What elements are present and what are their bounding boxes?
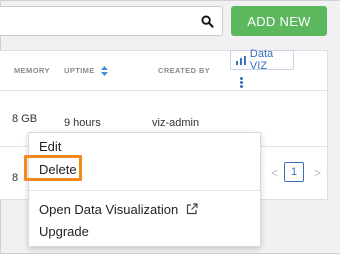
kebab-menu-icon[interactable] <box>240 77 243 88</box>
menu-item-open-data-visualization[interactable]: Open Data Visualization <box>39 202 198 217</box>
cell-memory-row2: 8 <box>12 172 19 184</box>
header-created-by[interactable]: CREATED BY <box>158 66 210 75</box>
context-menu: Edit Delete Open Data Visualization Upgr… <box>24 132 261 247</box>
add-new-button[interactable]: ADD NEW <box>231 6 327 36</box>
header-uptime-label: UPTIME <box>64 66 95 75</box>
cell-uptime: 9 hours <box>64 117 101 129</box>
menu-item-upgrade[interactable]: Upgrade <box>39 224 89 239</box>
data-viz-button[interactable]: Data VIZ <box>230 48 294 72</box>
header-memory[interactable]: MEMORY <box>14 66 50 75</box>
pagination-next[interactable]: > <box>314 166 321 180</box>
external-link-icon <box>186 203 198 215</box>
menu-item-delete[interactable]: Delete <box>39 162 77 177</box>
menu-divider <box>29 190 260 191</box>
cell-memory: 8 GB <box>12 113 38 125</box>
pagination-current-page[interactable]: 1 <box>284 162 304 182</box>
data-viz-label: Data VIZ <box>249 48 274 72</box>
pagination-prev[interactable]: < <box>271 166 278 180</box>
search-input[interactable] <box>0 6 223 36</box>
cell-created-by: viz-admin <box>152 117 200 129</box>
search-icon[interactable] <box>201 15 214 28</box>
bar-chart-icon <box>236 55 246 65</box>
menu-item-edit[interactable]: Edit <box>39 139 61 154</box>
sort-icon[interactable] <box>101 66 109 77</box>
header-uptime[interactable]: UPTIME <box>64 66 109 77</box>
menu-item-open-data-visualization-label: Open Data Visualization <box>39 202 179 217</box>
